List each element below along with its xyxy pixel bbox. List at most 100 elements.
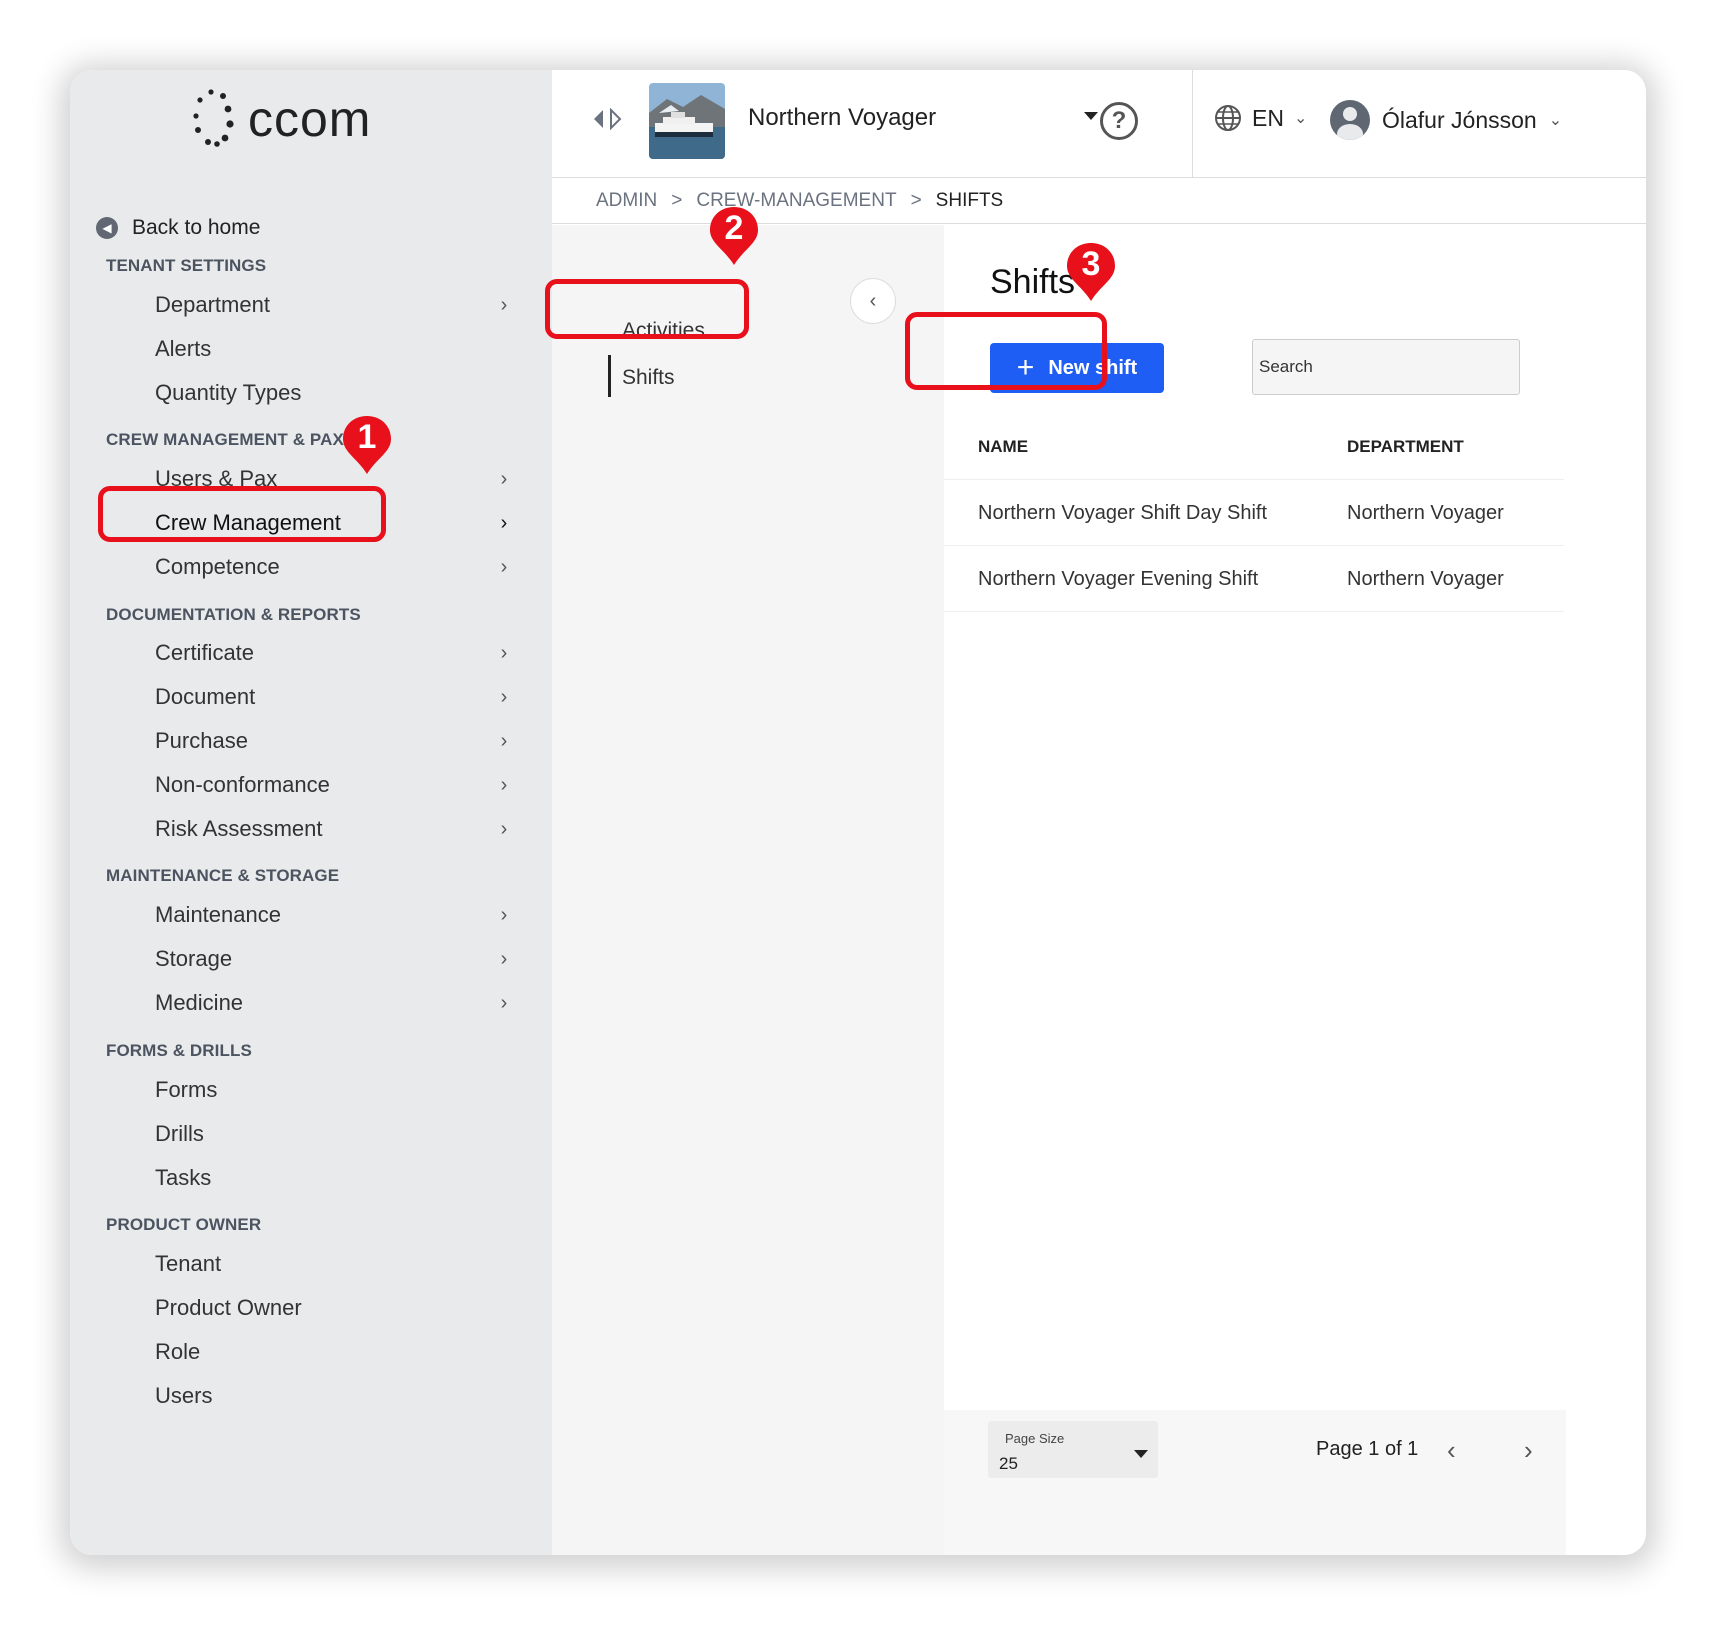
sidebar-item-users[interactable]: Users bbox=[155, 1376, 515, 1416]
sidebar-item-non-conformance[interactable]: Non-conformance › bbox=[155, 765, 515, 805]
page-info: Page 1 of 1 bbox=[1316, 1438, 1419, 1460]
svg-text:ccom: ccom bbox=[248, 91, 371, 147]
header-divider bbox=[1192, 70, 1193, 178]
sidebar-item-label: Storage bbox=[155, 946, 233, 971]
sidebar-item-product-owner[interactable]: Product Owner bbox=[155, 1288, 515, 1328]
annotation-highlight-crew-management bbox=[98, 486, 386, 542]
sidebar-item-competence[interactable]: Competence › bbox=[155, 547, 515, 587]
row-name: Northern Voyager Evening Shift bbox=[978, 568, 1259, 590]
sidebar-item-label: Department bbox=[155, 292, 270, 317]
marker-number: 2 bbox=[724, 209, 744, 247]
marker-number: 1 bbox=[357, 418, 377, 456]
sidebar-item-label: Role bbox=[155, 1339, 201, 1364]
sidebar-item-label: Purchase bbox=[155, 728, 248, 753]
collapse-subnav-button[interactable]: ‹ bbox=[850, 278, 896, 324]
sidebar-item-role[interactable]: Role bbox=[155, 1332, 515, 1372]
dropdown-caret-icon bbox=[1134, 1450, 1148, 1458]
row-department: Northern Voyager bbox=[1347, 568, 1504, 590]
column-header-name[interactable]: NAME bbox=[978, 437, 1028, 457]
breadcrumb-separator: > bbox=[910, 189, 922, 211]
sidebar-item-label: Tasks bbox=[155, 1165, 212, 1190]
search-input[interactable] bbox=[1252, 339, 1520, 395]
sidebar-item-label: Certificate bbox=[155, 640, 255, 665]
annotation-highlight-shifts bbox=[545, 279, 749, 339]
sidebar-item-label: Forms bbox=[155, 1077, 218, 1102]
chevron-right-icon: › bbox=[500, 467, 508, 490]
language-selector[interactable]: EN ⌄ bbox=[1214, 104, 1307, 132]
sidebar-item-tenant[interactable]: Tenant bbox=[155, 1244, 515, 1284]
avatar bbox=[1330, 100, 1370, 140]
section-title-documentation-reports: DOCUMENTATION & REPORTS bbox=[106, 605, 361, 624]
sidebar-item-alerts[interactable]: Alerts bbox=[155, 329, 515, 369]
section-title-tenant-settings: TENANT SETTINGS bbox=[106, 256, 267, 275]
language-label: EN bbox=[1252, 104, 1284, 131]
chevron-right-icon: › bbox=[500, 947, 508, 970]
back-to-home-link[interactable]: ◀ Back to home bbox=[96, 216, 260, 240]
sidebar-item-drills[interactable]: Drills bbox=[155, 1114, 515, 1154]
breadcrumb-item-admin[interactable]: ADMIN bbox=[596, 190, 657, 212]
marker-number: 3 bbox=[1081, 245, 1101, 283]
section-title-product-owner: PRODUCT OWNER bbox=[106, 1215, 262, 1234]
vessel-dropdown-caret-icon[interactable] bbox=[1084, 112, 1098, 120]
chevron-right-icon: › bbox=[500, 991, 508, 1014]
row-name: Northern Voyager Shift Day Shift bbox=[978, 502, 1268, 524]
ccom-logo: ccom bbox=[193, 89, 371, 147]
chevron-right-icon: › bbox=[500, 641, 508, 664]
sidebar-item-maintenance[interactable]: Maintenance › bbox=[155, 895, 515, 935]
vessel-image bbox=[649, 83, 725, 159]
section-title-crew-management-pax: CREW MANAGEMENT & PAX bbox=[106, 430, 344, 449]
section-title-forms-drills: FORMS & DRILLS bbox=[106, 1041, 252, 1060]
help-icon[interactable]: ? bbox=[1100, 102, 1138, 140]
chevron-right-icon: › bbox=[500, 817, 508, 840]
row-department: Northern Voyager bbox=[1347, 502, 1504, 524]
subnav-item-shifts[interactable]: Shifts bbox=[622, 366, 675, 390]
previous-page-button[interactable]: ‹ bbox=[1447, 1435, 1456, 1466]
top-header: Northern Voyager ? EN ⌄ Ólafur Jónsson ⌄ bbox=[552, 70, 1646, 178]
active-indicator bbox=[608, 355, 611, 397]
sidebar-item-department[interactable]: Department › bbox=[155, 285, 515, 325]
sidebar-item-label: Risk Assessment bbox=[155, 816, 323, 841]
chevron-right-icon: › bbox=[500, 293, 508, 316]
user-name: Ólafur Jónsson bbox=[1382, 106, 1537, 133]
chevron-right-icon: › bbox=[500, 685, 508, 708]
sidebar: ccom ◀ Back to home TENANT SETTINGS Depa… bbox=[70, 70, 552, 1555]
section-title-maintenance-storage: MAINTENANCE & STORAGE bbox=[106, 866, 340, 885]
chevron-right-icon: › bbox=[500, 555, 508, 578]
sidebar-item-risk-assessment[interactable]: Risk Assessment › bbox=[155, 809, 515, 849]
sidebar-item-forms[interactable]: Forms bbox=[155, 1070, 515, 1110]
chevron-right-icon: › bbox=[500, 511, 508, 534]
user-menu[interactable]: Ólafur Jónsson ⌄ bbox=[1330, 100, 1562, 140]
breadcrumb-item-shifts: SHIFTS bbox=[935, 189, 1004, 211]
sidebar-item-label: Product Owner bbox=[155, 1295, 302, 1320]
main-content: Shifts + New shift NAME DEPARTMENT North… bbox=[944, 225, 1646, 1555]
sub-navigation: Activities Shifts bbox=[552, 225, 944, 1555]
chevron-down-icon: ⌄ bbox=[1293, 110, 1308, 127]
sidebar-item-storage[interactable]: Storage › bbox=[155, 939, 515, 979]
sidebar-item-certificate[interactable]: Certificate › bbox=[155, 633, 515, 673]
back-to-home-label: Back to home bbox=[132, 216, 261, 239]
sidebar-item-purchase[interactable]: Purchase › bbox=[155, 721, 515, 761]
sidebar-item-label: Document bbox=[155, 684, 256, 709]
sidebar-item-document[interactable]: Document › bbox=[155, 677, 515, 717]
sidebar-item-label: Drills bbox=[155, 1121, 204, 1146]
sidebar-toggle-icon[interactable] bbox=[592, 108, 622, 130]
vessel-name[interactable]: Northern Voyager bbox=[748, 104, 936, 132]
table-row[interactable]: Northern Voyager Shift Day Shift Norther… bbox=[944, 480, 1564, 546]
sidebar-item-label: Tenant bbox=[155, 1251, 222, 1276]
next-page-button[interactable]: › bbox=[1524, 1435, 1533, 1466]
page-size-value: 25 bbox=[999, 1454, 1018, 1473]
table-footer: Page Size 25 Page 1 of 1 ‹ › bbox=[944, 1410, 1566, 1555]
table-row[interactable]: Northern Voyager Evening Shift Northern … bbox=[944, 546, 1564, 612]
chevron-left-icon: ‹ bbox=[869, 289, 877, 312]
sidebar-item-medicine[interactable]: Medicine › bbox=[155, 983, 515, 1023]
sidebar-item-quantity-types[interactable]: Quantity Types bbox=[155, 373, 515, 413]
globe-icon bbox=[1215, 105, 1241, 131]
sidebar-item-tasks[interactable]: Tasks bbox=[155, 1158, 515, 1198]
page-size-label: Page Size bbox=[1005, 1431, 1065, 1446]
breadcrumb-separator: > bbox=[671, 189, 683, 211]
column-header-department[interactable]: DEPARTMENT bbox=[1347, 437, 1464, 457]
annotation-highlight-new-shift bbox=[905, 312, 1107, 390]
chevron-down-icon: ⌄ bbox=[1548, 112, 1563, 129]
page-size-select[interactable]: Page Size 25 bbox=[988, 1421, 1158, 1478]
sidebar-item-label: Competence bbox=[155, 554, 280, 579]
